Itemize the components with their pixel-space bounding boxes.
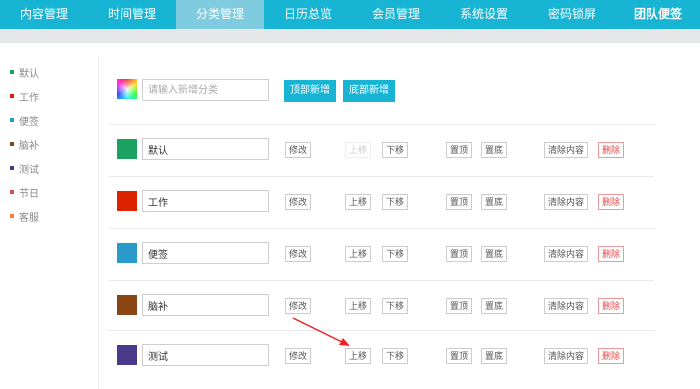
annotation-arrow-overlay	[292, 317, 350, 346]
red-arrow-icon	[292, 317, 350, 346]
